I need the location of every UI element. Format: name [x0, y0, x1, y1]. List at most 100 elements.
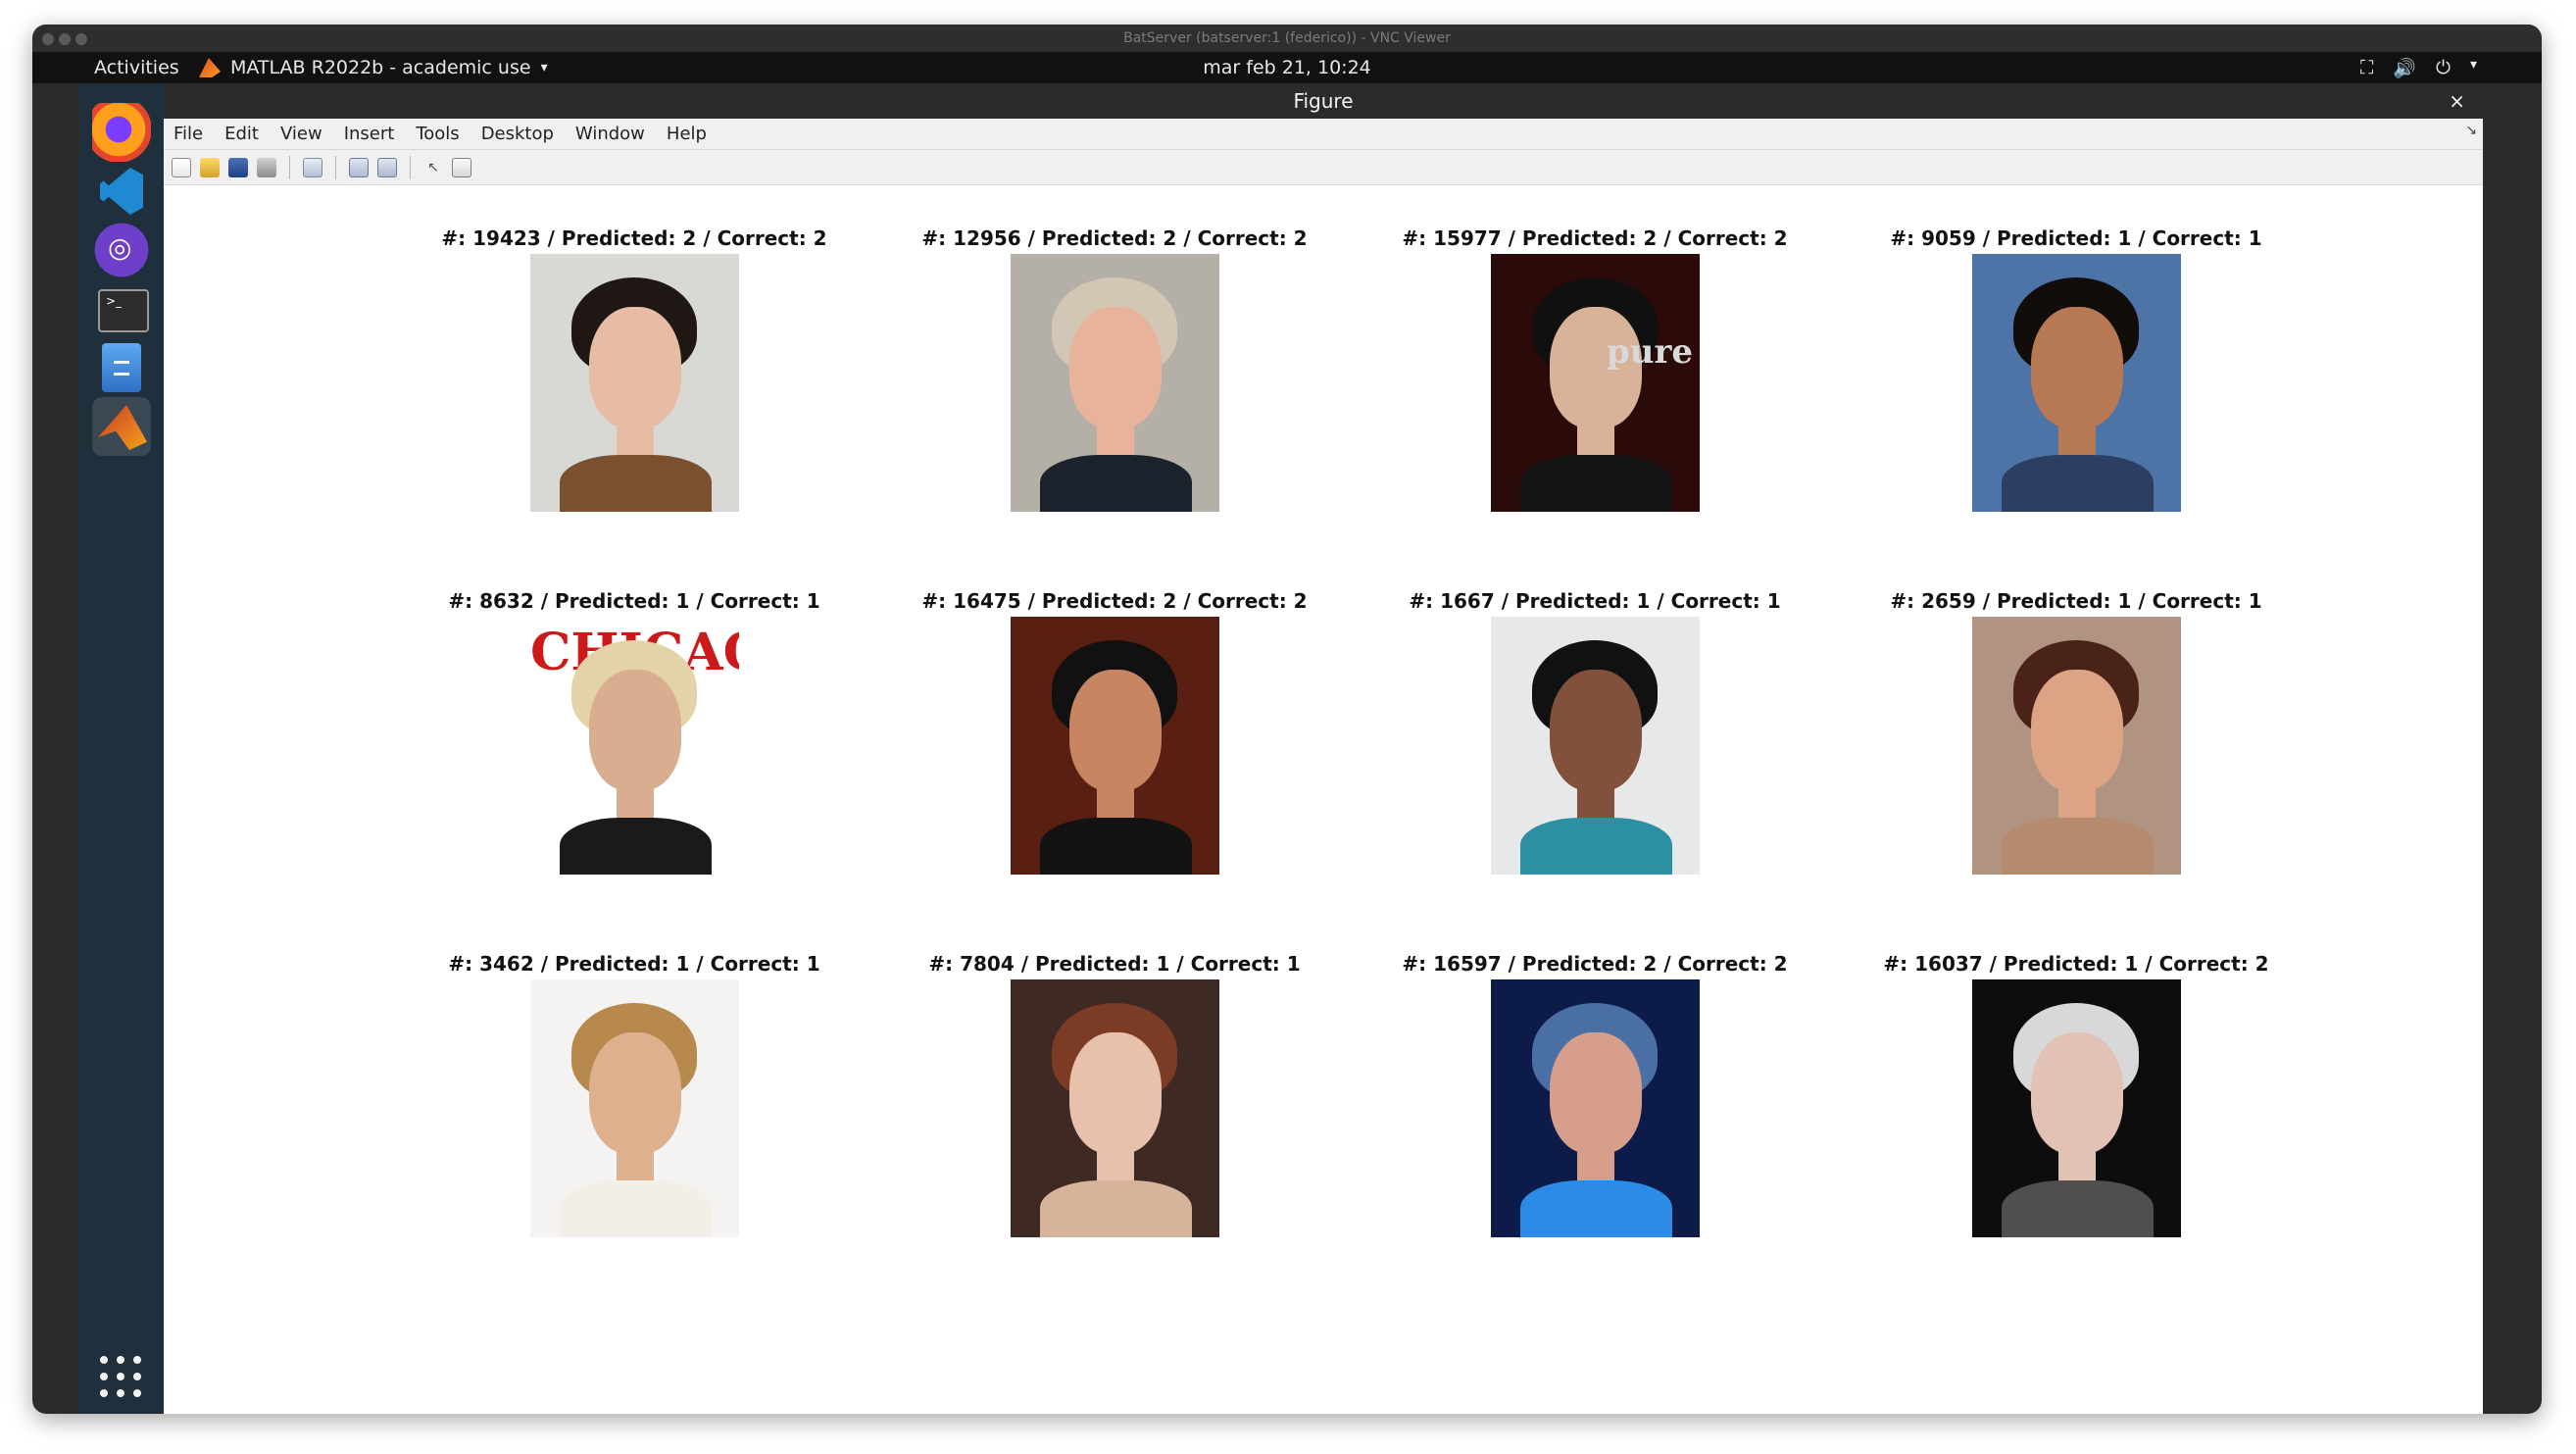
open-icon[interactable] [200, 157, 220, 177]
menu-desktop[interactable]: Desktop [481, 124, 554, 144]
figure-toolbar: ↖ [164, 150, 2483, 185]
shirt [1520, 455, 1672, 512]
gnome-top-bar: Activities MATLAB R2022b - academic use … [32, 52, 2542, 83]
subplot-title: #: 7804 / Predicted: 1 / Correct: 1 [928, 952, 1301, 976]
subplot-title: #: 9059 / Predicted: 1 / Correct: 1 [1890, 226, 2262, 250]
subplot-title: #: 15977 / Predicted: 2 / Correct: 2 [1402, 226, 1788, 250]
shirt [1520, 1180, 1672, 1237]
figure-canvas[interactable]: #: 19423 / Predicted: 2 / Correct: 2 #: … [164, 185, 2483, 1414]
matlab-dock-icon[interactable] [92, 397, 151, 456]
menu-tools[interactable]: Tools [416, 124, 459, 144]
face [589, 307, 681, 428]
subplot-12[interactable]: #: 16037 / Predicted: 1 / Correct: 2 [1870, 952, 2282, 1261]
subplot-title: #: 16037 / Predicted: 1 / Correct: 2 [1883, 952, 2269, 976]
github-icon[interactable] [92, 221, 151, 279]
subplot-title: #: 12956 / Predicted: 2 / Correct: 2 [921, 226, 1308, 250]
figure-menubar: File Edit View Insert Tools Desktop Wind… [164, 119, 2483, 150]
app-grid-icon[interactable] [99, 1355, 142, 1398]
subplot-title: #: 3462 / Predicted: 1 / Correct: 1 [448, 952, 820, 976]
face-image [530, 979, 739, 1237]
subplot-title: #: 16597 / Predicted: 2 / Correct: 2 [1402, 952, 1788, 976]
chevron-down-icon[interactable]: ▾ [2470, 57, 2477, 79]
toolbar-separator [289, 155, 290, 179]
menu-insert[interactable]: Insert [344, 124, 395, 144]
face [2031, 670, 2123, 791]
menu-file[interactable]: File [173, 124, 203, 144]
face-image [1011, 979, 1219, 1237]
menu-view[interactable]: View [280, 124, 322, 144]
subplot-4[interactable]: #: 9059 / Predicted: 1 / Correct: 1 [1870, 226, 2282, 535]
background-sign: pure [1607, 332, 1694, 372]
shirt [2002, 455, 2154, 512]
open-property-inspector-icon[interactable] [452, 157, 471, 177]
face [1069, 307, 1162, 428]
shirt [1040, 818, 1192, 875]
subplot-5[interactable]: #: 8632 / Predicted: 1 / Correct: 1 CHIC… [428, 589, 840, 898]
print-icon[interactable] [257, 157, 276, 177]
face-image: pure [1491, 254, 1700, 512]
shirt [1520, 818, 1672, 875]
face-image [1972, 254, 2181, 512]
shirt [560, 818, 712, 875]
face-image [1011, 617, 1219, 875]
face-image [1972, 979, 2181, 1237]
face [589, 1032, 681, 1154]
subplot-9[interactable]: #: 3462 / Predicted: 1 / Correct: 1 [428, 952, 840, 1261]
subplot-8[interactable]: #: 2659 / Predicted: 1 / Correct: 1 [1870, 589, 2282, 898]
face-image [1491, 617, 1700, 875]
face [2031, 307, 2123, 428]
save-icon[interactable] [228, 157, 248, 177]
files-icon[interactable] [92, 338, 151, 397]
face [589, 670, 681, 791]
subplot-2[interactable]: #: 12956 / Predicted: 2 / Correct: 2 [909, 226, 1320, 535]
subplot-title: #: 2659 / Predicted: 1 / Correct: 1 [1890, 589, 2262, 613]
dock-figure-icon[interactable]: ↘ [2465, 123, 2477, 138]
shirt [1040, 455, 1192, 512]
figure-title: Figure [1293, 89, 1354, 113]
face [1550, 670, 1642, 791]
shirt [1040, 1180, 1192, 1237]
subplot-11[interactable]: #: 16597 / Predicted: 2 / Correct: 2 [1389, 952, 1801, 1261]
face [1550, 1032, 1642, 1154]
new-figure-icon[interactable] [172, 157, 191, 177]
toolbar-separator [335, 155, 336, 179]
subplot-6[interactable]: #: 16475 / Predicted: 2 / Correct: 2 [909, 589, 1320, 898]
firefox-icon[interactable] [92, 103, 151, 162]
dock [79, 83, 164, 1414]
subplot-title: #: 16475 / Predicted: 2 / Correct: 2 [921, 589, 1308, 613]
face-image [1972, 617, 2181, 875]
face-image: CHICAG [530, 617, 739, 875]
clock[interactable]: mar feb 21, 10:24 [32, 57, 2542, 78]
system-tray[interactable]: ⛶ 🔊 ⏻ ▾ [2360, 57, 2477, 79]
vnc-viewer-window: BatServer (batserver:1 (federico)) - VNC… [32, 25, 2542, 1414]
menu-window[interactable]: Window [575, 124, 645, 144]
menu-edit[interactable]: Edit [224, 124, 259, 144]
subplot-title: #: 19423 / Predicted: 2 / Correct: 2 [441, 226, 827, 250]
vscode-icon[interactable] [92, 162, 151, 221]
subplot-1[interactable]: #: 19423 / Predicted: 2 / Correct: 2 [428, 226, 840, 535]
power-icon[interactable]: ⏻ [2436, 57, 2451, 79]
shirt [560, 455, 712, 512]
subplot-3[interactable]: #: 15977 / Predicted: 2 / Correct: 2 pur… [1389, 226, 1801, 535]
terminal-icon[interactable] [92, 279, 151, 338]
subplot-title: #: 1667 / Predicted: 1 / Correct: 1 [1409, 589, 1781, 613]
subplot-10[interactable]: #: 7804 / Predicted: 1 / Correct: 1 [909, 952, 1320, 1261]
face-image [530, 254, 739, 512]
close-icon[interactable]: × [2449, 83, 2465, 119]
subplot-7[interactable]: #: 1667 / Predicted: 1 / Correct: 1 [1389, 589, 1801, 898]
link-plot-icon[interactable] [303, 157, 322, 177]
insert-colorbar-icon[interactable] [349, 157, 369, 177]
insert-legend-icon[interactable] [377, 157, 397, 177]
vnc-title: BatServer (batserver:1 (federico)) - VNC… [1123, 30, 1451, 46]
network-icon[interactable]: ⛶ [2360, 57, 2373, 79]
face-image [1491, 979, 1700, 1237]
shirt [2002, 1180, 2154, 1237]
subplot-title: #: 8632 / Predicted: 1 / Correct: 1 [448, 589, 820, 613]
volume-icon[interactable]: 🔊 [2393, 57, 2416, 79]
shirt [2002, 818, 2154, 875]
edit-plot-icon[interactable]: ↖ [423, 158, 443, 177]
figure-titlebar: Figure × [164, 83, 2483, 119]
matlab-figure-window: Figure × File Edit View Insert Tools Des… [164, 83, 2483, 1414]
menu-help[interactable]: Help [667, 124, 707, 144]
vnc-titlebar: BatServer (batserver:1 (federico)) - VNC… [32, 25, 2542, 52]
